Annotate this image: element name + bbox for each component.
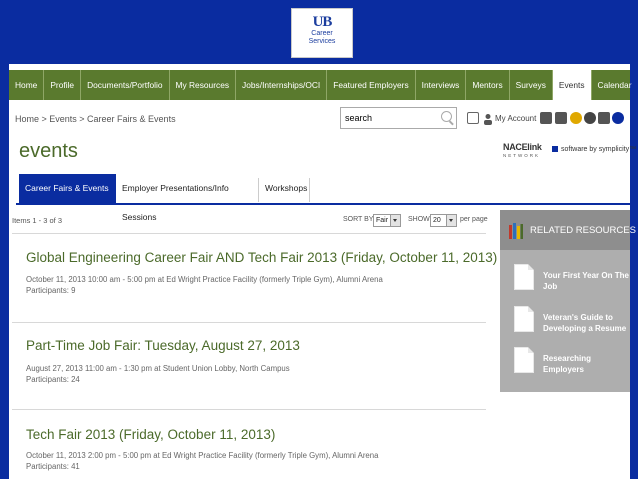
info-icon[interactable] [612,112,624,124]
books-icon [509,223,523,239]
nav-mentors[interactable]: Mentors [466,70,510,100]
nacelink-logo: NACElink [503,142,542,152]
linkedin-icon[interactable] [555,112,567,124]
event-detail: October 11, 2013 10:00 am - 5:00 pm at E… [26,275,383,284]
left-frame [0,64,9,479]
resource-link[interactable]: Veteran's Guide to Developing a Resume [543,312,629,334]
nav-events[interactable]: Events [552,70,592,100]
nav-jobs[interactable]: Jobs/Internships/OCI [236,70,328,100]
nav-featured-employers[interactable]: Featured Employers [327,70,416,100]
symplicity-text: software by symplicity™ [561,146,637,153]
show-select[interactable]: 20 [430,214,457,227]
my-account-link[interactable]: My Account [495,114,536,123]
list-divider [12,233,486,234]
logo-line1: Career [311,30,333,37]
print-icon[interactable] [467,112,479,124]
breadcrumb: Home > Events > Career Fairs & Events [15,114,176,124]
printer-icon[interactable] [598,112,610,124]
event-title[interactable]: Part-Time Job Fair: Tuesday, August 27, … [26,338,300,353]
event-title[interactable]: Tech Fair 2013 (Friday, October 11, 2013… [26,427,275,442]
search-input[interactable] [345,109,437,127]
event-detail: August 27, 2013 11:00 am - 1:30 pm at St… [26,364,290,373]
nav-calendar[interactable]: Calendar [592,70,638,100]
settings-icon[interactable] [584,112,596,124]
document-icon [514,347,534,373]
help-icon[interactable] [570,112,582,124]
user-icon[interactable] [482,112,494,125]
logo-line2: Services [308,38,336,45]
sort-value: Fair [376,217,389,224]
event-participants: Participants: 24 [26,375,80,384]
related-resources-title: RELATED RESOURCES [530,225,636,236]
nav-profile[interactable]: Profile [44,70,82,100]
career-services-logo[interactable]: UB Career Services [291,8,353,58]
nav-home[interactable]: Home [9,70,45,100]
per-page-label: per page [460,216,488,223]
symplicity-mark-icon [552,146,558,153]
nav-documents[interactable]: Documents/Portfolio [81,70,170,100]
tab-employer-presentations[interactable]: Employer Presentations/Info Sessions [116,174,258,222]
nav-my-resources[interactable]: My Resources [170,70,237,100]
event-title[interactable]: Global Engineering Career Fair AND Tech … [26,250,497,265]
show-value: 20 [433,217,441,224]
logo-mark: UB [312,14,333,30]
event-detail: October 11, 2013 2:00 pm - 5:00 pm at Ed… [26,451,379,460]
tab-workshops[interactable]: Workshops [259,174,309,203]
nav-interviews[interactable]: Interviews [416,70,467,100]
list-divider [12,322,486,323]
search-icon[interactable] [441,111,452,122]
items-count: Items 1 - 3 of 3 [12,216,63,225]
tab-divider [309,178,310,202]
event-participants: Participants: 9 [26,286,76,295]
main-nav: Home Profile Documents/Portfolio My Reso… [9,70,638,100]
sort-label: SORT BY: [343,216,376,223]
tab-underline [16,203,630,205]
resource-link[interactable]: Researching Employers [543,353,629,375]
show-label: SHOW [408,216,430,223]
nav-surveys[interactable]: Surveys [510,70,553,100]
search-box [340,107,457,129]
right-frame [630,64,638,479]
document-icon [514,306,534,332]
list-divider [12,409,486,410]
chevron-down-icon [390,215,400,226]
tab-career-fairs[interactable]: Career Fairs & Events [19,174,116,203]
facebook-icon[interactable] [540,112,552,124]
event-participants: Participants: 41 [26,462,80,471]
resource-link[interactable]: Your First Year On The Job [543,270,629,292]
nacelink-network-label: NETWORK [503,153,540,158]
document-icon [514,264,534,290]
chevron-down-icon [446,215,456,226]
page-title: events [19,140,78,162]
symplicity-logo: software by symplicity™ [552,146,636,153]
sort-select[interactable]: Fair [373,214,401,227]
